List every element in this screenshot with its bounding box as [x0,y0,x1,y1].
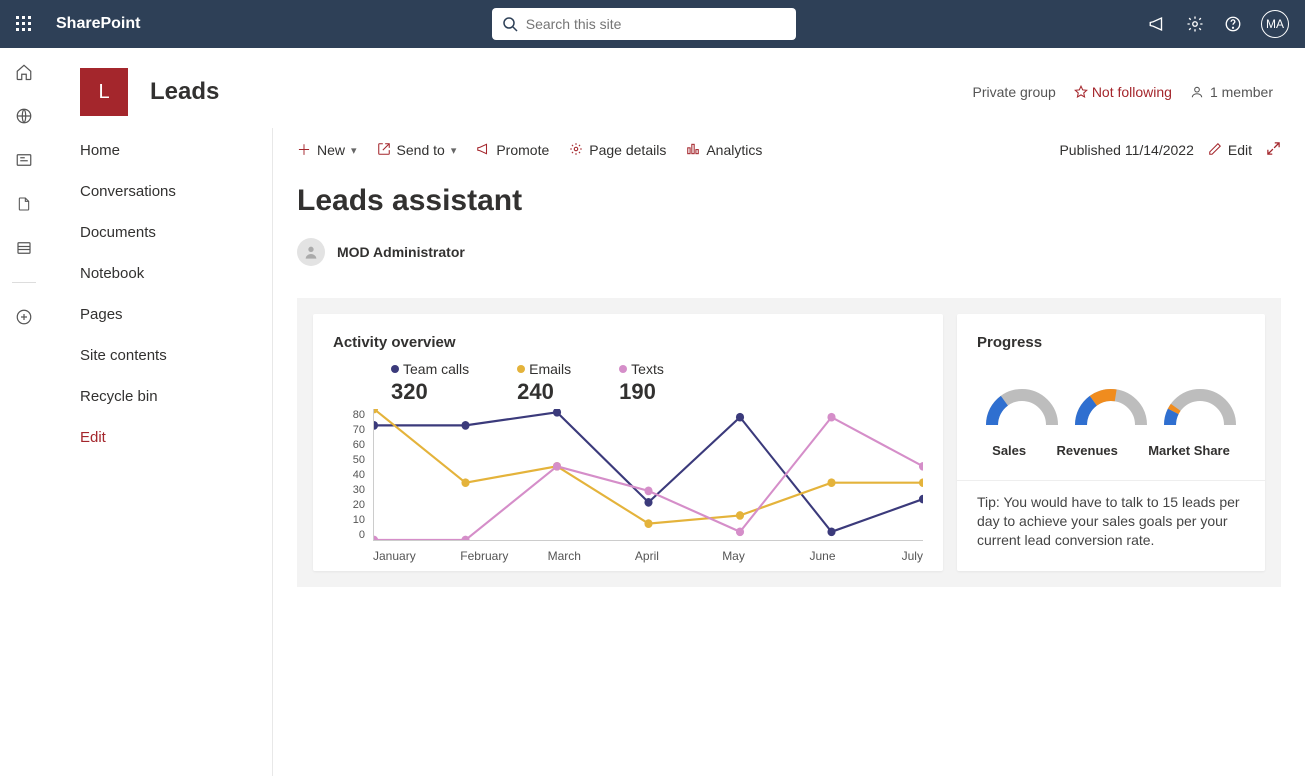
site-title[interactable]: Leads [150,78,219,106]
chart-legend: Team calls320Emails240Texts190 [391,361,923,405]
progress-card: Progress SalesRevenuesMarket Share Tip: … [957,314,1265,571]
file-icon[interactable] [14,194,34,214]
members-label: 1 member [1210,84,1273,100]
gear-icon[interactable] [1185,14,1205,34]
command-bar: ＋New▾ Send to▾ Promote Page details Anal… [273,128,1305,172]
author-avatar-icon [297,238,325,266]
brand-label[interactable]: SharePoint [56,15,140,33]
search-input[interactable] [526,16,786,32]
search-box[interactable] [492,8,796,40]
nav-pages[interactable]: Pages [80,306,272,323]
new-button[interactable]: ＋New▾ [297,140,357,160]
help-icon[interactable] [1223,14,1243,34]
megaphone-icon[interactable] [1147,14,1167,34]
nav-documents[interactable]: Documents [80,224,272,241]
sendto-button[interactable]: Send to▾ [377,142,457,159]
app-launcher-icon[interactable] [8,8,40,40]
globe-icon[interactable] [14,106,34,126]
progress-labels: SalesRevenuesMarket Share [977,443,1245,458]
activity-card: Activity overview Team calls320Emails240… [313,314,943,571]
nav-edit-link[interactable]: Edit [80,429,272,446]
pagedetails-button[interactable]: Page details [569,142,666,159]
activity-chart: 80706050403020100 JanuaryFebruaryMarchAp… [333,409,923,559]
list-icon[interactable] [14,238,34,258]
nav-conversations[interactable]: Conversations [80,183,272,200]
follow-label: Not following [1092,84,1172,100]
home-icon[interactable] [14,62,34,82]
activity-title: Activity overview [333,334,923,351]
nav-home[interactable]: Home [80,142,272,159]
user-avatar[interactable]: MA [1261,10,1289,38]
members-button[interactable]: 1 member [1190,84,1273,100]
app-rail [0,48,48,776]
progress-tip: Tip: You would have to talk to 15 leads … [977,493,1245,550]
news-icon[interactable] [14,150,34,170]
follow-button[interactable]: Not following [1074,84,1172,100]
nav-notebook[interactable]: Notebook [80,265,272,282]
analytics-button[interactable]: Analytics [686,142,762,159]
expand-icon[interactable] [1266,141,1281,159]
suite-bar: SharePoint MA [0,0,1305,48]
page-title: Leads assistant [297,184,1281,218]
progress-donuts [977,385,1245,429]
nav-sitecontents[interactable]: Site contents [80,347,272,364]
left-nav: Home Conversations Documents Notebook Pa… [48,128,273,776]
site-logo[interactable]: L [80,68,128,116]
page-author[interactable]: MOD Administrator [297,238,1281,266]
nav-recyclebin[interactable]: Recycle bin [80,388,272,405]
create-icon[interactable] [14,307,34,327]
site-privacy: Private group [973,84,1056,100]
progress-title: Progress [977,334,1245,351]
published-label: Published 11/14/2022 [1059,142,1193,158]
site-header: L Leads Private group Not following 1 me… [48,48,1305,128]
promote-button[interactable]: Promote [476,142,549,159]
edit-button[interactable]: Edit [1208,142,1252,159]
author-name: MOD Administrator [337,244,465,260]
